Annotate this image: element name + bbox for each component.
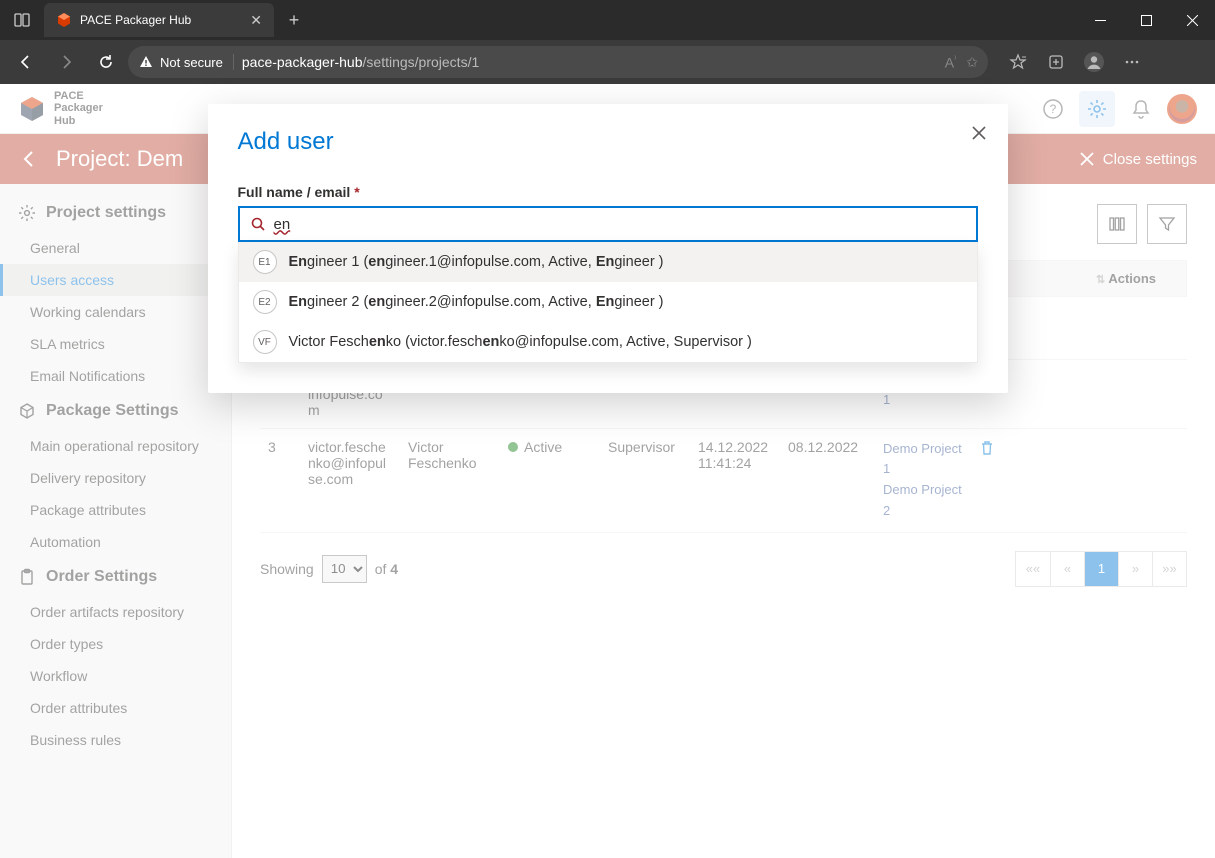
favorites-button[interactable] [1000, 44, 1036, 80]
new-tab-button[interactable]: + [280, 10, 308, 31]
not-secure-label: Not secure [160, 55, 223, 70]
search-icon [250, 216, 266, 232]
tab-title: PACE Packager Hub [80, 13, 242, 27]
security-indicator[interactable]: Not secure [138, 54, 234, 70]
read-aloud-icon[interactable]: A⁾ [945, 54, 957, 71]
suggestion-text: Engineer 2 (engineer.2@infopulse.com, Ac… [289, 294, 664, 310]
maximize-button[interactable] [1123, 0, 1169, 40]
user-search-field[interactable]: en [238, 206, 978, 242]
suggestion-avatar: VF [253, 330, 277, 354]
favorite-icon[interactable]: ✩ [966, 54, 978, 71]
warning-icon [138, 54, 154, 70]
tab-row: PACE Packager Hub ✕ + [0, 0, 1215, 40]
user-suggestion[interactable]: VF Victor Feschenko (victor.feschenko@inf… [239, 322, 977, 362]
window-controls [1077, 0, 1215, 40]
user-suggestion[interactable]: E2 Engineer 2 (engineer.2@infopulse.com, … [239, 282, 977, 322]
modal-title: Add user [238, 128, 978, 156]
address-right-icons: A⁾ ✩ [945, 54, 978, 71]
tab-favicon [56, 12, 72, 28]
browser-tab[interactable]: PACE Packager Hub ✕ [44, 3, 274, 37]
modal-close-button[interactable] [970, 124, 988, 142]
collections-button[interactable] [1038, 44, 1074, 80]
tab-overview-button[interactable] [8, 6, 36, 34]
close-window-button[interactable] [1169, 0, 1215, 40]
search-input-text[interactable]: en [274, 216, 966, 233]
suggestion-avatar: E2 [253, 290, 277, 314]
url-text: pace-packager-hub/settings/projects/1 [242, 54, 479, 70]
suggestion-text: Engineer 1 (engineer.1@infopulse.com, Ac… [289, 254, 664, 270]
toolbar-right-icons [1000, 44, 1150, 80]
close-icon [970, 124, 988, 142]
tab-close-button[interactable]: ✕ [250, 12, 262, 29]
address-row: Not secure pace-packager-hub/settings/pr… [0, 40, 1215, 84]
suggestion-text: Victor Feschenko (victor.feschenko@infop… [289, 334, 752, 350]
nav-forward-button[interactable] [48, 44, 84, 80]
profile-button[interactable] [1076, 44, 1112, 80]
field-label: Full name / email * [238, 184, 978, 200]
nav-back-button[interactable] [8, 44, 44, 80]
nav-refresh-button[interactable] [88, 44, 124, 80]
menu-button[interactable] [1114, 44, 1150, 80]
address-bar[interactable]: Not secure pace-packager-hub/settings/pr… [128, 46, 988, 78]
suggestion-avatar: E1 [253, 250, 277, 274]
add-user-modal: Add user Full name / email * en E1 Engine… [208, 104, 1008, 393]
user-suggestions-dropdown: E1 Engineer 1 (engineer.1@infopulse.com, … [238, 242, 978, 363]
modal-overlay[interactable]: Add user Full name / email * en E1 Engine… [0, 84, 1215, 858]
minimize-button[interactable] [1077, 0, 1123, 40]
browser-chrome: PACE Packager Hub ✕ + Not secure pace-pa… [0, 0, 1215, 84]
user-suggestion[interactable]: E1 Engineer 1 (engineer.1@infopulse.com, … [239, 242, 977, 282]
